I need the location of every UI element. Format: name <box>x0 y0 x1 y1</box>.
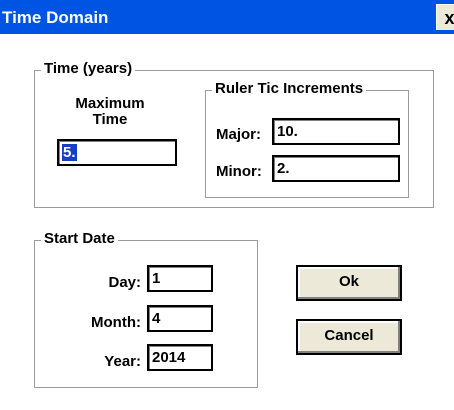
ruler-tic-legend: Ruler Tic Increments <box>212 80 367 97</box>
close-button[interactable]: x <box>436 4 454 30</box>
title-bar: Time Domain x <box>0 0 454 34</box>
month-input[interactable]: 4 <box>147 305 213 332</box>
major-input[interactable]: 10. <box>272 118 400 145</box>
day-label: Day: <box>108 274 141 291</box>
maximum-time-label-line1: Maximum <box>75 95 145 112</box>
close-icon: x <box>444 8 454 28</box>
dialog-body: Time (years) Maximum Time 5. Ruler Tic I… <box>0 34 454 410</box>
major-value: 10. <box>277 123 298 140</box>
time-years-group: Time (years) Maximum Time 5. Ruler Tic I… <box>34 60 434 208</box>
start-date-legend: Start Date <box>41 230 118 247</box>
minor-value: 2. <box>277 160 290 177</box>
day-value: 1 <box>152 270 161 287</box>
year-label: Year: <box>104 353 141 370</box>
ruler-tic-group: Ruler Tic Increments Major: 10. Minor: 2… <box>205 80 409 198</box>
maximum-time-label-line2: Time <box>92 111 128 128</box>
day-input[interactable]: 1 <box>147 265 213 292</box>
maximum-time-value: 5. <box>62 144 77 161</box>
year-input[interactable]: 2014 <box>147 344 213 371</box>
time-years-legend: Time (years) <box>41 60 136 77</box>
month-value: 4 <box>152 310 161 327</box>
cancel-button[interactable]: Cancel <box>296 319 402 355</box>
window-title: Time Domain <box>2 8 109 27</box>
month-label: Month: <box>91 314 141 331</box>
minor-label: Minor: <box>216 163 262 180</box>
start-date-group: Start Date Day: 1 Month: 4 Year: 2014 <box>34 230 258 388</box>
minor-input[interactable]: 2. <box>272 155 400 182</box>
maximum-time-input[interactable]: 5. <box>57 139 177 166</box>
year-value: 2014 <box>152 349 186 366</box>
ok-button[interactable]: Ok <box>296 265 402 301</box>
major-label: Major: <box>216 126 261 143</box>
